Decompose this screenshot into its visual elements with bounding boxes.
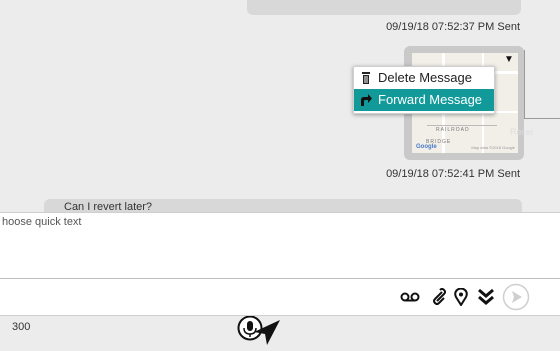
divider-line	[524, 50, 525, 118]
previous-message-bubble	[247, 0, 521, 15]
menu-item-label: Forward Message	[378, 92, 483, 107]
message-timestamp: 09/19/18 07:52:37 PM Sent	[386, 21, 520, 33]
message-bubble[interactable]: Can I revert later?	[44, 199, 522, 212]
message-text: Can I revert later?	[64, 201, 153, 212]
character-count: 300	[12, 321, 31, 333]
message-menu-caret-icon[interactable]: ▼	[504, 54, 514, 65]
menu-item-delete-message[interactable]: Delete Message	[354, 67, 494, 89]
quick-text-placeholder[interactable]: hoose quick text	[2, 216, 82, 228]
trash-icon	[360, 72, 372, 84]
compose-area[interactable]: hoose quick text	[0, 212, 560, 279]
footer-bar: 300	[0, 315, 560, 346]
menu-item-label: Delete Message	[378, 70, 472, 85]
compose-toolbar	[0, 279, 560, 316]
chat-history: 09/19/18 07:52:37 PM Sent RAILROAD BRIDG…	[0, 0, 560, 212]
send-icon[interactable]	[502, 283, 530, 311]
message-context-menu: Delete Message Forward Message	[353, 66, 495, 114]
voicemail-icon[interactable]	[400, 287, 420, 307]
double-chevron-down-icon[interactable]	[476, 287, 496, 307]
forward-arrow-icon	[360, 94, 372, 106]
message-timestamp: 09/19/18 07:52:41 PM Sent	[386, 168, 520, 180]
faded-text: Recei	[510, 127, 534, 137]
map-copyright: Map data ©2018 Google	[471, 145, 515, 150]
map-label-railroad: RAILROAD	[436, 127, 470, 133]
divider-line	[524, 118, 560, 119]
paperclip-icon[interactable]	[428, 287, 448, 307]
menu-item-forward-message[interactable]: Forward Message	[354, 89, 494, 111]
location-pin-icon[interactable]	[451, 287, 471, 307]
navigation-arrow-icon[interactable]	[250, 318, 282, 351]
google-logo: Google	[416, 144, 437, 150]
